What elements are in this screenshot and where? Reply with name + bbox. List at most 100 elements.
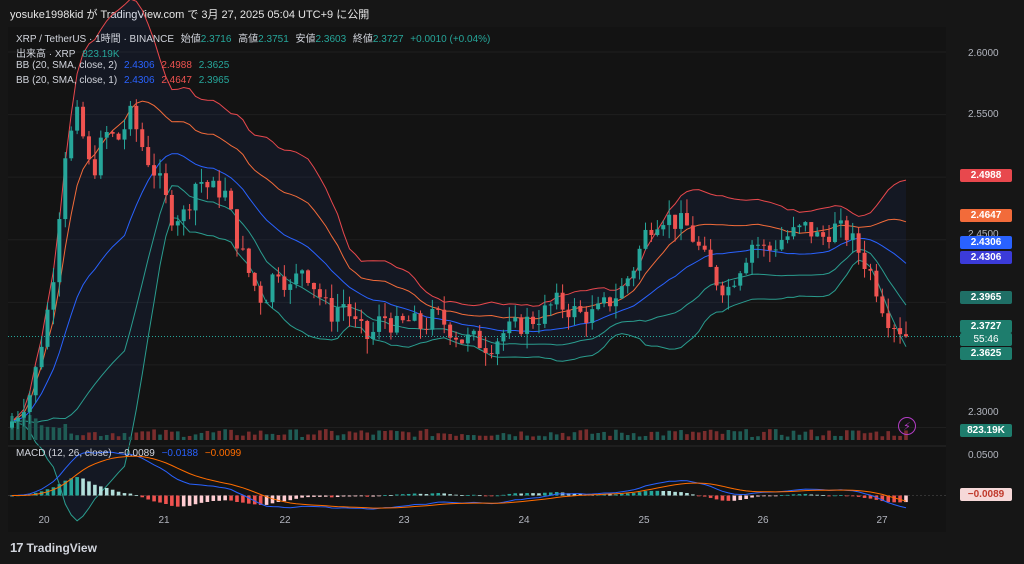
volume-bar [442, 433, 446, 440]
volume-bar [519, 431, 523, 440]
volume-bar [181, 436, 186, 440]
macd-hist-bar [608, 494, 612, 496]
macd-hist-bar [395, 494, 399, 496]
macd-hist-bar [436, 493, 441, 496]
candle-body [140, 129, 145, 148]
candle-body [714, 266, 719, 286]
bb1-basis: 2.4306 [123, 60, 155, 71]
volume-bar [886, 431, 891, 440]
candle-body [175, 221, 180, 226]
macd-hist-bar [288, 495, 293, 501]
bb2-upper: 2.4647 [161, 75, 192, 86]
volume-bar [110, 433, 115, 440]
macd-hist-bar [140, 495, 145, 498]
candle-body [631, 270, 636, 279]
volume-bar [87, 432, 91, 440]
candle-body [347, 304, 352, 317]
symbol-legend[interactable]: XRP / TetherUS · 1時間 · BINANCE 始値2.3716 … [16, 30, 494, 45]
macd-hist-bar [519, 493, 523, 496]
candle-body [584, 311, 589, 323]
candle-body [779, 239, 784, 250]
volume-bar [377, 430, 381, 440]
volume-bar [584, 429, 589, 440]
candle-body [838, 220, 843, 224]
candle-body [57, 219, 62, 283]
macd-line-value: −0.0188 [161, 448, 199, 459]
macd-hist-bar [187, 495, 192, 506]
candle-body [69, 130, 74, 159]
volume-bar [33, 418, 38, 440]
bb2-label: BB (20, SMA, close, 1) [16, 75, 118, 86]
volume-bar [448, 433, 452, 440]
volume-bar [371, 434, 375, 440]
volume-bar [702, 430, 707, 440]
macd-signal-value: −0.0099 [204, 448, 242, 459]
candle-body [436, 308, 441, 310]
volume-bar [104, 434, 109, 440]
macd-legend[interactable]: MACD (12, 26, close) −0.0089 −0.0188 −0.… [16, 448, 245, 459]
macd-hist-bar [104, 487, 109, 496]
volume-legend[interactable]: 出来高 · XRP 823.19K [16, 45, 124, 60]
macd-hist-bar [442, 493, 446, 496]
volume-bar [483, 435, 488, 440]
macd-hist-bar [152, 495, 156, 502]
candle-body [217, 180, 222, 198]
bb1-label: BB (20, SMA, close, 2) [16, 60, 118, 71]
candle-body [471, 330, 476, 335]
candle-body [501, 333, 506, 342]
macd-hist-bar [750, 495, 754, 498]
macd-hist-bar [844, 495, 849, 497]
alert-bolt-icon[interactable]: ⚡ [898, 417, 916, 435]
candle-body [81, 106, 86, 137]
volume-bar [454, 435, 458, 440]
volume-bar [252, 434, 257, 440]
volume-bar [631, 433, 636, 440]
volume-bar [507, 434, 512, 440]
high-value: 2.3751 [258, 34, 289, 45]
candle-body [205, 181, 210, 188]
volume-bar [406, 432, 411, 440]
volume-bar [821, 435, 825, 440]
candle-body [850, 233, 855, 241]
macd-hist-bar [110, 489, 115, 496]
candle-body [560, 292, 565, 310]
macd-hist-bar [223, 495, 227, 501]
candle-body [892, 328, 897, 330]
candle-body [412, 313, 417, 321]
macd-hist-bar [300, 495, 304, 498]
macd-hist-bar [489, 495, 494, 497]
candle-body [590, 309, 595, 323]
candle-body [252, 272, 257, 286]
candle-body [424, 328, 429, 330]
macd-hist-bar [726, 495, 731, 501]
macd-hist-bar [371, 495, 375, 497]
candle-body [288, 284, 293, 290]
low-value: 2.3603 [315, 34, 347, 45]
close-label: 終値 [352, 34, 373, 45]
macd-hist-bar [543, 492, 547, 496]
symbol-name: XRP / TetherUS · 1時間 · BINANCE [16, 34, 175, 45]
bb2-legend[interactable]: BB (20, SMA, close, 1) 2.4306 2.4647 2.3… [16, 75, 233, 86]
volume-bar [211, 432, 216, 440]
candle-body [596, 303, 601, 310]
candle-body [750, 244, 755, 263]
volume-bar [99, 436, 103, 440]
bb1-legend[interactable]: BB (20, SMA, close, 2) 2.4306 2.4988 2.3… [16, 60, 233, 71]
macd-hist-bar [507, 493, 512, 496]
volume-bar [323, 429, 328, 440]
change-value: +0.0010 (+0.04%) [410, 34, 491, 45]
volume-bar [738, 431, 743, 440]
macd-hist-bar [341, 495, 346, 497]
macd-hist-bar [146, 495, 150, 500]
candle-body [548, 304, 553, 306]
candle-body [371, 331, 376, 339]
candle-body [258, 285, 263, 303]
tradingview-logo[interactable]: 17 TradingView [10, 540, 97, 555]
macd-hist-bar [892, 495, 896, 503]
volume-bar [164, 429, 168, 440]
candle-body [75, 106, 80, 131]
candle-body [880, 296, 885, 314]
candle-body [554, 292, 559, 305]
candle-body [690, 225, 695, 242]
volume-bar [661, 435, 666, 440]
